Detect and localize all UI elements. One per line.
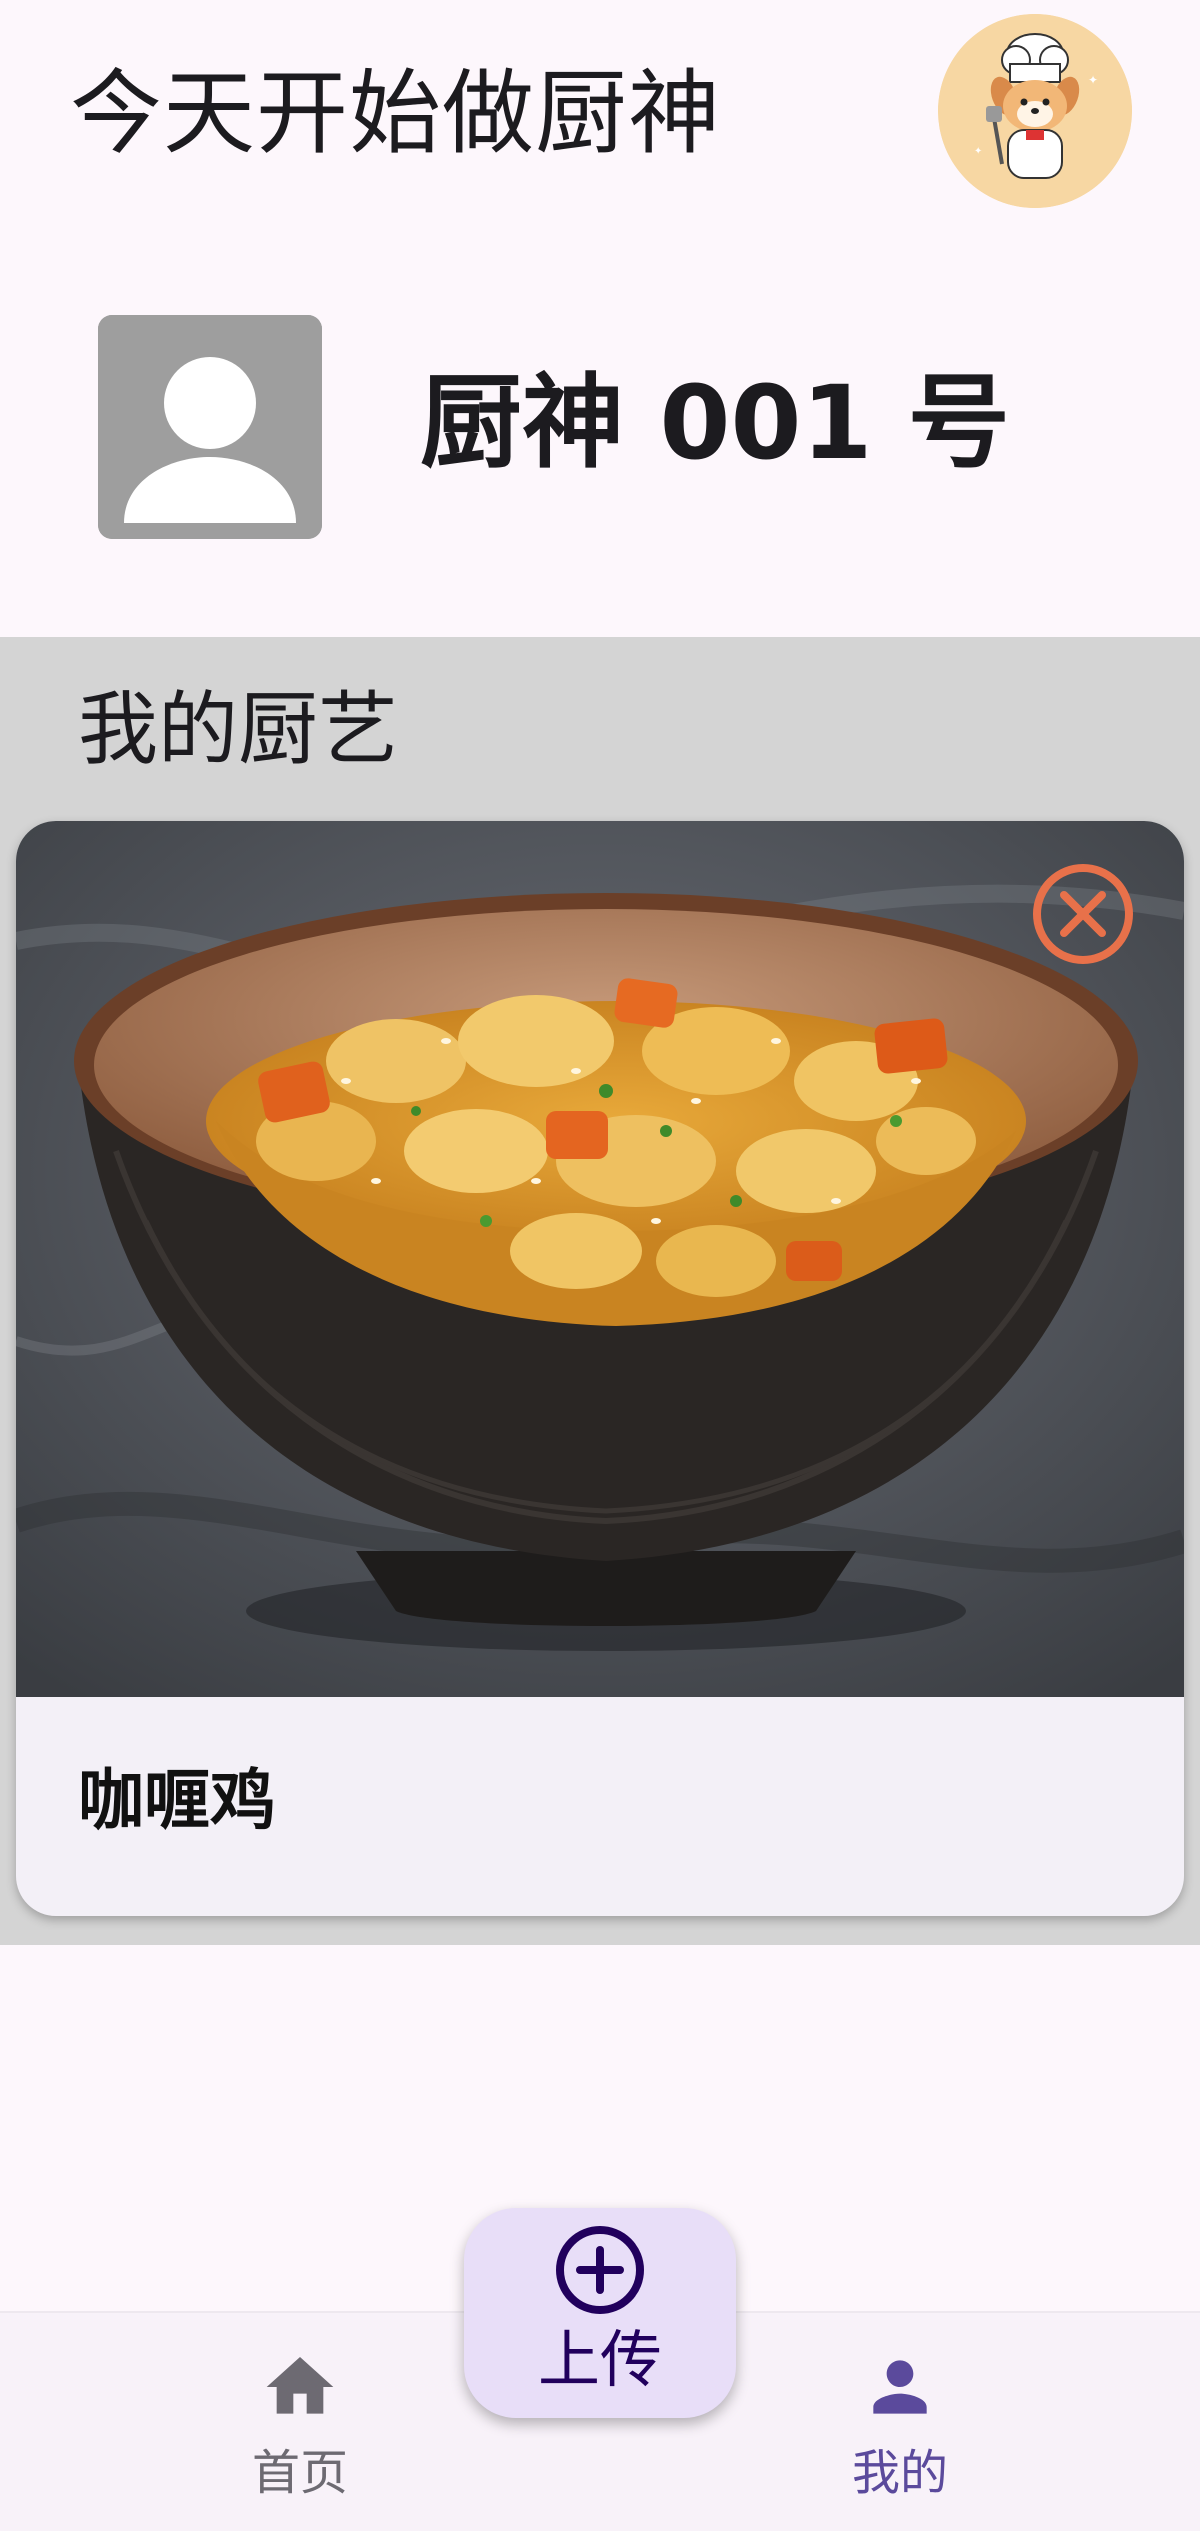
dish-name: 咖喱鸡 [78,1762,276,1839]
curry-chicken-photo [16,821,1184,1697]
delete-button[interactable] [1028,859,1138,969]
nav-label-home: 首页 [251,2445,348,2501]
upload-label: 上传 [537,2323,662,2396]
upload-button[interactable]: 上传 [464,2208,736,2418]
app-title: 今天开始做厨神 [70,60,722,167]
svg-text:✦: ✦ [974,146,982,157]
chef-dog-icon: ✦ ✦ [938,14,1132,208]
close-circle-icon [1033,864,1133,964]
username: 厨神 001 号 [420,364,1010,483]
person-icon [860,2347,940,2427]
section-title: 我的厨艺 [78,683,398,776]
svg-text:✦: ✦ [1088,73,1098,87]
my-dishes-section: 我的厨艺 咖喱鸡 [0,637,1200,1945]
dish-card[interactable]: 咖喱鸡 [16,821,1184,1916]
home-icon [260,2347,340,2427]
nav-label-mine: 我的 [851,2445,948,2501]
nav-item-mine[interactable]: 我的 [790,2347,1010,2507]
add-circle-icon [552,2222,648,2318]
nav-item-home[interactable]: 首页 [190,2347,410,2507]
avatar[interactable] [98,315,322,539]
person-icon [98,315,322,539]
